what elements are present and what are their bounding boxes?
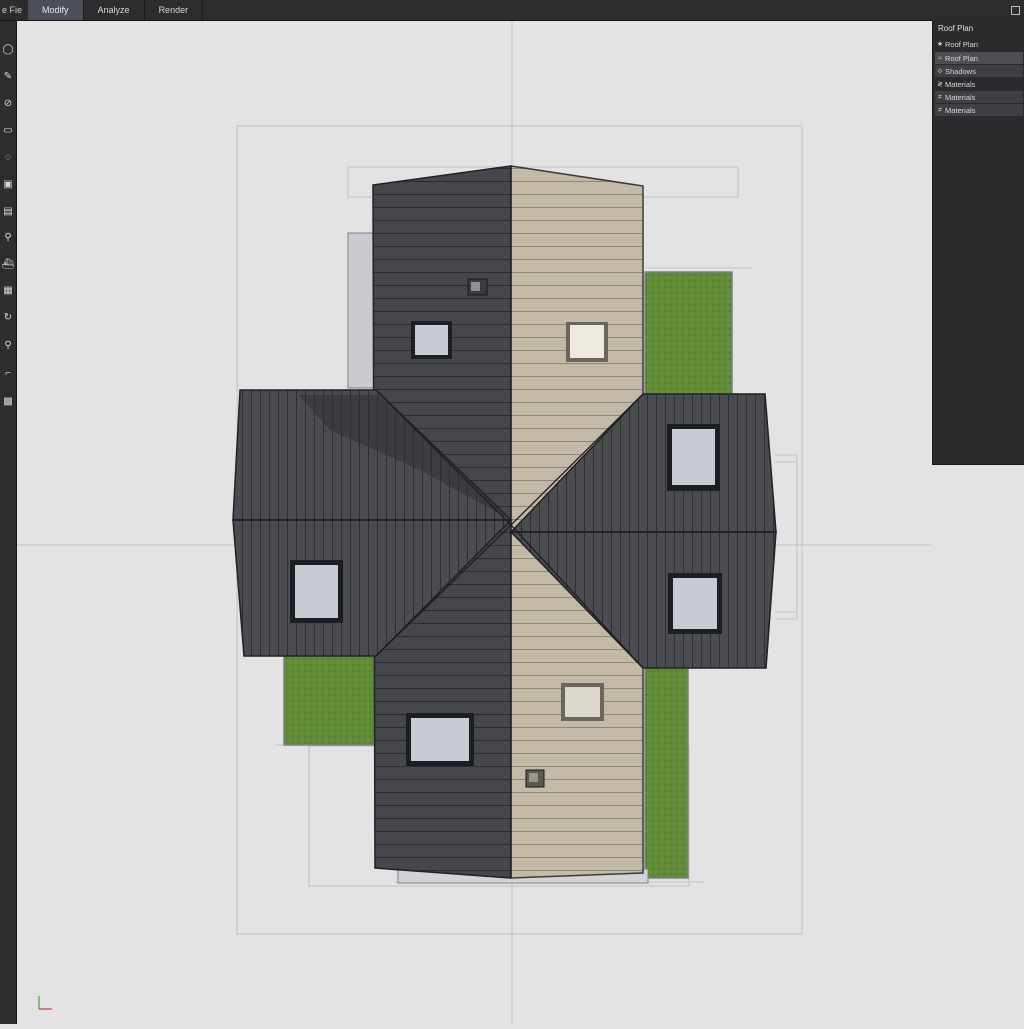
layers-panel: Roof Plan ★ Roof Plan ≈ Roof Plan ≎ Shad…	[932, 20, 1024, 465]
crop-tool-icon[interactable]: ⌐	[1, 367, 15, 381]
tab-modify[interactable]: Modify	[28, 0, 84, 20]
material-icon: ≠	[938, 106, 942, 114]
layer-icon: ≈	[938, 54, 942, 62]
panel-item-label: Materials	[945, 79, 976, 89]
panel-item-materials[interactable]: ≠ Materials	[935, 104, 1023, 116]
panel-item-materials[interactable]: ≷ Materials	[935, 78, 1023, 90]
search-tool-icon[interactable]: ⚲	[1, 339, 15, 353]
axes-indicator-icon	[38, 996, 52, 1010]
tab-render-label: Render	[158, 5, 189, 15]
material-icon: ≠	[938, 93, 942, 101]
panel-item-label: Materials	[945, 105, 976, 115]
pencil-tool-icon[interactable]: ✎	[1, 70, 15, 84]
tab-analyze-label: Analyze	[97, 5, 130, 15]
file-menu[interactable]: e Fie	[0, 5, 28, 15]
panel-item-materials[interactable]: ≠ Materials	[935, 91, 1023, 103]
grid-tool-icon[interactable]: ▩	[1, 395, 15, 409]
menu-bar: e Fie Modify Analyze Render	[0, 0, 1024, 21]
panel-item-label: Roof Plan	[945, 39, 978, 49]
roof-plan-drawing	[17, 21, 932, 1024]
rotate-tool-icon[interactable]: ↻	[1, 311, 15, 325]
zoom-tool-icon[interactable]: ⚲	[1, 231, 15, 245]
image-tool-icon[interactable]: ▣	[1, 178, 15, 192]
material-icon: ≷	[937, 81, 943, 88]
node-tool-icon[interactable]: ⊘	[1, 97, 15, 111]
shadow-icon: ≎	[937, 68, 943, 75]
tab-render[interactable]: Render	[145, 0, 204, 20]
panel-item-roof-plan-selected[interactable]: ≈ Roof Plan	[935, 52, 1023, 64]
lasso-tool-icon[interactable]: ◌	[1, 151, 15, 165]
window-maximize-icon[interactable]	[1011, 5, 1020, 15]
panel-item-label: Roof Plan	[945, 53, 978, 63]
panel-item-shadows[interactable]: ≎ Shadows	[935, 65, 1023, 77]
tab-modify-label: Modify	[42, 5, 69, 15]
circle-tool-icon[interactable]: ◯	[1, 43, 15, 57]
panel-item-label: Materials	[945, 92, 976, 102]
paint-tool-icon[interactable]: ⛴	[1, 258, 15, 272]
star-icon: ★	[936, 41, 944, 48]
frame-tool-icon[interactable]: ▤	[1, 205, 15, 219]
panel-item-roof-plan[interactable]: ★ Roof Plan	[935, 38, 1023, 50]
panel-title: Roof Plan	[938, 24, 974, 33]
left-toolbar: ◯ ✎ ⊘ ▭ ◌ ▣ ▤ ⚲ ⛴ ▦ ↻ ⚲ ⌐ ▩	[0, 21, 17, 1024]
panel-item-label: Shadows	[945, 66, 976, 76]
table-tool-icon[interactable]: ▦	[1, 284, 15, 298]
tab-analyze[interactable]: Analyze	[84, 0, 145, 20]
rectangle-tool-icon[interactable]: ▭	[1, 124, 15, 138]
drawing-viewport[interactable]	[17, 21, 932, 1024]
